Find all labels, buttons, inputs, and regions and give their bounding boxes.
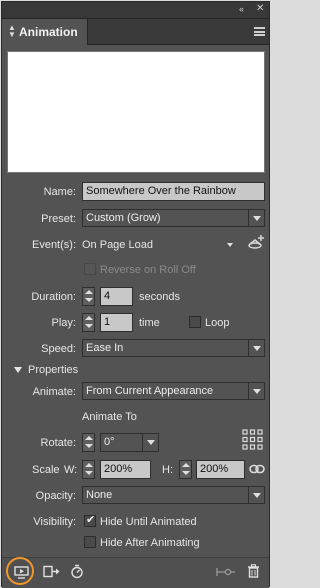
panel-tab-bar: ▲ ▼ Animation bbox=[2, 19, 269, 45]
reverse-on-rolloff-label: Reverse on Roll Off bbox=[100, 264, 196, 276]
scale-width-stepper[interactable] bbox=[82, 460, 95, 479]
hide-after-animating-label: Hide After Animating bbox=[100, 537, 200, 549]
visibility-label: Visibility: bbox=[33, 516, 76, 528]
reverse-on-rolloff-checkbox[interactable] bbox=[84, 263, 96, 275]
loop-checkbox[interactable] bbox=[189, 316, 201, 328]
events-value: On Page Load bbox=[82, 239, 153, 251]
hide-after-animating-checkbox[interactable] bbox=[84, 536, 96, 548]
scale-height-field[interactable]: 200% bbox=[196, 460, 245, 479]
properties-toggle-icon[interactable] bbox=[14, 367, 22, 373]
tab-expand-icon: ▲ ▼ bbox=[8, 23, 16, 39]
name-label: Name: bbox=[43, 186, 76, 198]
properties-section-label[interactable]: Properties bbox=[28, 364, 78, 376]
preset-label: Preset: bbox=[41, 213, 76, 225]
chevron-down-icon bbox=[227, 243, 233, 247]
animate-dropdown[interactable]: From Current Appearance bbox=[82, 382, 265, 400]
play-label: Play: bbox=[51, 317, 76, 329]
rotate-label: Rotate: bbox=[40, 437, 76, 449]
add-event-icon[interactable] bbox=[247, 234, 265, 250]
opacity-value: None bbox=[86, 489, 113, 501]
proxy-icon[interactable] bbox=[43, 565, 60, 578]
preset-dropdown[interactable]: Custom (Grow) bbox=[82, 209, 265, 227]
scale-height-stepper[interactable] bbox=[179, 460, 192, 479]
chevron-down-icon bbox=[248, 383, 264, 399]
speed-dropdown[interactable]: Ease In bbox=[82, 339, 265, 357]
speed-value: Ease In bbox=[86, 342, 124, 354]
opacity-dropdown[interactable]: None bbox=[82, 486, 265, 504]
animate-label: Animate: bbox=[32, 386, 76, 398]
tab-animation[interactable]: ▲ ▼ Animation bbox=[2, 19, 88, 45]
rotate-value: 0° bbox=[104, 436, 115, 448]
opacity-label: Opacity: bbox=[35, 490, 76, 502]
timing-icon[interactable] bbox=[70, 564, 84, 579]
panel-menu-icon[interactable] bbox=[254, 27, 265, 36]
events-dropdown[interactable]: On Page Load bbox=[82, 235, 237, 253]
chevron-down-icon bbox=[142, 434, 158, 451]
collapse-panel-button[interactable]: ‹‹ bbox=[239, 4, 244, 14]
scale-width-label: W: bbox=[64, 464, 78, 476]
trash-icon[interactable] bbox=[247, 564, 260, 578]
hide-until-animated-label: Hide Until Animated bbox=[100, 516, 197, 528]
tab-animation-label: Animation bbox=[19, 25, 78, 39]
duration-label: Duration: bbox=[31, 291, 76, 303]
highlight-ring bbox=[6, 557, 34, 585]
panel-top-strip: ‹‹ ✕ bbox=[2, 2, 269, 19]
scale-height-label: H: bbox=[162, 464, 173, 476]
animate-value: From Current Appearance bbox=[86, 385, 214, 397]
duration-stepper[interactable] bbox=[82, 287, 95, 306]
scale-label: Scale bbox=[32, 464, 60, 476]
play-field[interactable]: 1 bbox=[100, 313, 133, 332]
close-panel-button[interactable]: ✕ bbox=[256, 3, 264, 14]
preset-value: Custom (Grow) bbox=[86, 212, 161, 224]
scale-width-field[interactable]: 200% bbox=[100, 460, 151, 479]
play-stepper[interactable] bbox=[82, 313, 95, 332]
duration-field[interactable]: 4 bbox=[100, 287, 133, 306]
rotate-stepper[interactable] bbox=[82, 433, 95, 452]
convert-icon[interactable] bbox=[216, 567, 236, 577]
name-field[interactable]: Somewhere Over the Rainbow bbox=[82, 182, 265, 201]
rotate-combo[interactable]: 0° bbox=[100, 433, 159, 452]
animate-to-heading: Animate To bbox=[82, 411, 137, 423]
animation-preview bbox=[7, 51, 265, 173]
loop-label: Loop bbox=[205, 317, 230, 329]
events-label: Event(s): bbox=[31, 239, 76, 251]
speed-label: Speed: bbox=[41, 343, 76, 355]
hide-until-animated-checkbox[interactable] bbox=[84, 513, 96, 527]
animation-panel: ‹‹ ✕ ▲ ▼ Animation Name: Somewhere Over t… bbox=[1, 1, 270, 588]
chevron-down-icon bbox=[248, 340, 264, 356]
play-unit: time bbox=[139, 317, 160, 329]
duration-unit: seconds bbox=[139, 291, 180, 303]
chevron-down-icon bbox=[248, 487, 264, 503]
reference-point-icon[interactable] bbox=[242, 429, 263, 450]
chevron-down-icon bbox=[248, 210, 264, 226]
link-icon[interactable] bbox=[249, 463, 265, 475]
